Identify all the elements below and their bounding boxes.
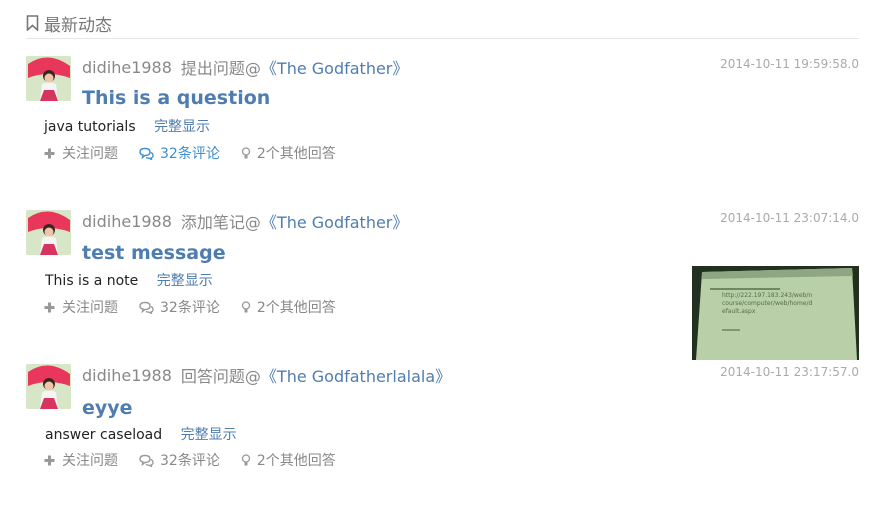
book-link[interactable]: 《The Godfatherlalala》 bbox=[261, 363, 451, 387]
other-answers-button[interactable]: 2个其他回答 bbox=[241, 143, 336, 163]
item-title-link[interactable]: This is a question bbox=[82, 87, 270, 109]
book-link[interactable]: 《The Godfather》 bbox=[261, 209, 408, 233]
chat-bubbles-icon bbox=[139, 147, 154, 161]
follow-question-button[interactable]: 关注问题 bbox=[43, 297, 118, 317]
item-body-text: This is a note bbox=[45, 273, 139, 289]
other-answers-label: 2个其他回答 bbox=[256, 453, 336, 469]
item-body-text: java tutorials bbox=[44, 119, 136, 135]
comments-label: 32条评论 bbox=[160, 146, 220, 162]
meta-line: didihe1988 提出问题@ 《The Godfather》 bbox=[82, 55, 408, 79]
item-body-text: answer caseload bbox=[45, 427, 163, 443]
action-label: 添加笔记@ bbox=[180, 213, 261, 232]
section-title: 最新动态 bbox=[44, 15, 112, 36]
bookmark-icon bbox=[26, 15, 39, 32]
show-full-link[interactable]: 完整显示 bbox=[157, 273, 213, 289]
plus-icon bbox=[43, 301, 56, 314]
other-answers-button[interactable]: 2个其他回答 bbox=[241, 450, 336, 470]
meta-line: didihe1988 回答问题@ 《The Godfatherlalala》 bbox=[82, 363, 451, 387]
comments-button[interactable]: 32条评论 bbox=[139, 143, 220, 163]
avatar[interactable] bbox=[26, 56, 71, 101]
action-label: 回答问题@ bbox=[180, 367, 261, 386]
comments-label: 32条评论 bbox=[160, 453, 220, 469]
follow-question-label: 关注问题 bbox=[62, 453, 118, 469]
username-link[interactable]: didihe1988 bbox=[82, 366, 172, 385]
show-full-link[interactable]: 完整显示 bbox=[154, 119, 210, 135]
avatar[interactable] bbox=[26, 210, 71, 255]
lightbulb-icon bbox=[241, 300, 251, 314]
plus-icon bbox=[43, 454, 56, 467]
timestamp: 2014-10-11 23:07:14.0 bbox=[720, 211, 859, 225]
other-answers-label: 2个其他回答 bbox=[256, 146, 336, 162]
comments-label: 32条评论 bbox=[160, 300, 220, 316]
feed-item: didihe1988 回答问题@ 《The Godfatherlalala》 2… bbox=[26, 364, 859, 504]
action-bar: 关注问题 32条评论 2个其他回答 bbox=[43, 298, 357, 316]
item-body: answer caseload 完整显示 bbox=[45, 424, 237, 444]
meta-line: didihe1988 添加笔记@ 《The Godfather》 bbox=[82, 209, 408, 233]
other-answers-label: 2个其他回答 bbox=[256, 300, 336, 316]
show-full-link[interactable]: 完整显示 bbox=[181, 427, 237, 443]
plus-icon bbox=[43, 147, 56, 160]
other-answers-button[interactable]: 2个其他回答 bbox=[241, 297, 336, 317]
item-body: This is a note 完整显示 bbox=[45, 270, 213, 290]
follow-question-button[interactable]: 关注问题 bbox=[43, 143, 118, 163]
action-bar: 关注问题 32条评论 2个其他回答 bbox=[43, 451, 357, 469]
follow-question-label: 关注问题 bbox=[62, 300, 118, 316]
comments-button[interactable]: 32条评论 bbox=[139, 297, 220, 317]
username-link[interactable]: didihe1988 bbox=[82, 58, 172, 77]
lightbulb-icon bbox=[241, 453, 251, 467]
avatar[interactable] bbox=[26, 364, 71, 409]
book-link[interactable]: 《The Godfather》 bbox=[261, 55, 408, 79]
chat-bubbles-icon bbox=[139, 301, 154, 315]
chat-bubbles-icon bbox=[139, 454, 154, 468]
action-bar: 关注问题 32条评论 2个其他回答 bbox=[43, 144, 357, 162]
svg-text:efault.aspx: efault.aspx bbox=[722, 308, 756, 315]
item-title-link[interactable]: test message bbox=[82, 242, 226, 264]
action-label: 提出问题@ bbox=[180, 59, 261, 78]
timestamp: 2014-10-11 19:59:58.0 bbox=[720, 57, 859, 71]
timestamp: 2014-10-11 23:17:57.0 bbox=[720, 365, 859, 379]
note-thumbnail-image[interactable]: http://222.197.183.243/web/n course/comp… bbox=[692, 266, 859, 360]
section-header: 最新动态 bbox=[26, 8, 859, 39]
item-title-link[interactable]: eyye bbox=[82, 397, 133, 419]
svg-text:http://222.197.183.243/web/n: http://222.197.183.243/web/n bbox=[722, 292, 812, 299]
svg-text:course/computer/web/home/d: course/computer/web/home/d bbox=[722, 300, 812, 307]
lightbulb-icon bbox=[241, 146, 251, 160]
feed-item: didihe1988 提出问题@ 《The Godfather》 2014-10… bbox=[26, 56, 859, 196]
comments-button[interactable]: 32条评论 bbox=[139, 450, 220, 470]
item-body: java tutorials 完整显示 bbox=[44, 116, 210, 136]
username-link[interactable]: didihe1988 bbox=[82, 212, 172, 231]
follow-question-label: 关注问题 bbox=[62, 146, 118, 162]
follow-question-button[interactable]: 关注问题 bbox=[43, 450, 118, 470]
